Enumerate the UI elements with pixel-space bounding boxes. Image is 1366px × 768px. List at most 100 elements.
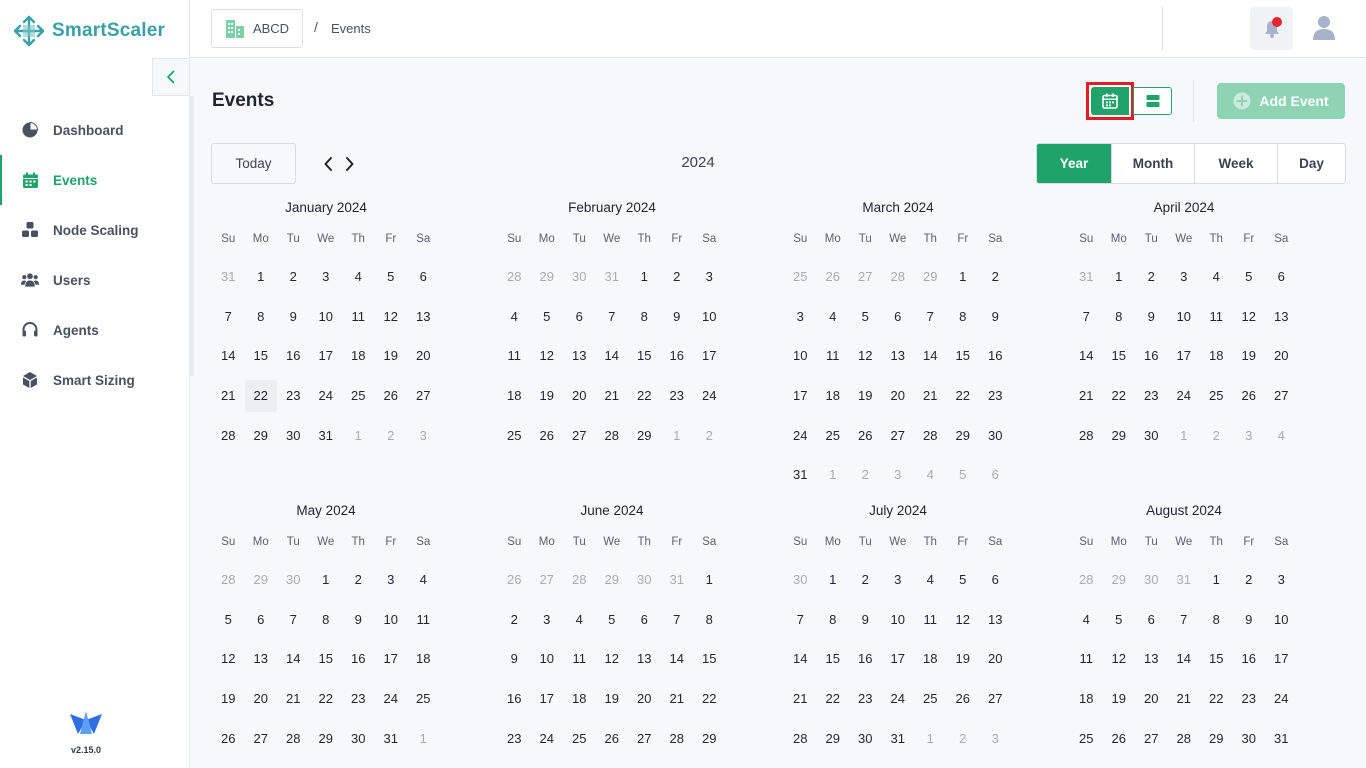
day-cell[interactable]: 27 <box>245 722 278 754</box>
day-cell[interactable]: 15 <box>1103 340 1136 372</box>
day-cell[interactable]: 26 <box>849 419 882 451</box>
day-cell[interactable]: 9 <box>979 300 1012 332</box>
day-cell[interactable]: 9 <box>277 300 310 332</box>
day-cell[interactable]: 15 <box>693 643 726 675</box>
day-cell[interactable]: 27 <box>407 380 440 412</box>
day-cell[interactable]: 5 <box>849 300 882 332</box>
day-cell[interactable]: 17 <box>1265 643 1298 675</box>
day-cell-outside-month[interactable]: 31 <box>212 261 245 293</box>
day-cell[interactable]: 6 <box>979 564 1012 596</box>
day-cell[interactable]: 1 <box>693 564 726 596</box>
day-cell[interactable]: 29 <box>245 419 278 451</box>
day-cell[interactable]: 10 <box>693 300 726 332</box>
day-cell-outside-month[interactable]: 28 <box>882 261 915 293</box>
day-cell[interactable]: 19 <box>1233 340 1266 372</box>
day-cell[interactable]: 28 <box>277 722 310 754</box>
day-cell[interactable]: 14 <box>277 643 310 675</box>
day-cell[interactable]: 12 <box>947 603 980 635</box>
add-event-button[interactable]: Add Event <box>1217 83 1345 119</box>
day-cell-outside-month[interactable]: 31 <box>661 564 694 596</box>
view-week-button[interactable]: Week <box>1194 144 1277 183</box>
day-cell[interactable]: 26 <box>212 722 245 754</box>
day-cell[interactable]: 18 <box>407 643 440 675</box>
day-cell[interactable]: 3 <box>310 261 343 293</box>
day-cell[interactable]: 30 <box>1233 722 1266 754</box>
day-cell[interactable]: 11 <box>817 340 850 372</box>
day-cell[interactable]: 25 <box>1070 722 1103 754</box>
day-cell[interactable]: 11 <box>1200 300 1233 332</box>
day-cell[interactable]: 23 <box>1135 380 1168 412</box>
day-cell[interactable]: 7 <box>914 300 947 332</box>
day-cell[interactable]: 13 <box>563 340 596 372</box>
day-cell[interactable]: 29 <box>1103 419 1136 451</box>
day-cell[interactable]: 7 <box>661 603 694 635</box>
month-title[interactable]: July 2024 <box>784 503 1012 521</box>
day-cell[interactable]: 29 <box>693 722 726 754</box>
day-cell[interactable]: 14 <box>1070 340 1103 372</box>
day-cell[interactable]: 8 <box>693 603 726 635</box>
day-cell-outside-month[interactable]: 25 <box>784 261 817 293</box>
day-cell[interactable]: 25 <box>817 419 850 451</box>
day-cell-outside-month[interactable]: 5 <box>947 459 980 491</box>
day-cell[interactable]: 1 <box>817 564 850 596</box>
day-cell[interactable]: 18 <box>817 380 850 412</box>
day-cell[interactable]: 5 <box>596 603 629 635</box>
day-cell[interactable]: 27 <box>882 419 915 451</box>
day-cell[interactable]: 31 <box>310 419 343 451</box>
day-cell[interactable]: 16 <box>277 340 310 372</box>
day-cell-outside-month[interactable]: 3 <box>1233 419 1266 451</box>
day-cell[interactable]: 15 <box>1200 643 1233 675</box>
day-cell[interactable]: 27 <box>628 722 661 754</box>
day-cell[interactable]: 23 <box>342 683 375 715</box>
day-cell-outside-month[interactable]: 2 <box>375 419 408 451</box>
day-cell[interactable]: 26 <box>375 380 408 412</box>
day-cell-outside-month[interactable]: 29 <box>1103 564 1136 596</box>
month-title[interactable]: March 2024 <box>784 200 1012 218</box>
day-cell[interactable]: 11 <box>407 603 440 635</box>
day-cell[interactable]: 14 <box>784 643 817 675</box>
day-cell-outside-month[interactable]: 27 <box>849 261 882 293</box>
day-cell-outside-month[interactable]: 26 <box>498 564 531 596</box>
day-cell[interactable]: 24 <box>1168 380 1201 412</box>
day-cell[interactable]: 19 <box>849 380 882 412</box>
day-cell-outside-month[interactable]: 4 <box>1265 419 1298 451</box>
day-cell[interactable]: 20 <box>628 683 661 715</box>
day-cell[interactable]: 6 <box>407 261 440 293</box>
day-cell[interactable]: 5 <box>1233 261 1266 293</box>
day-cell[interactable]: 22 <box>817 683 850 715</box>
day-cell-outside-month[interactable]: 28 <box>498 261 531 293</box>
day-cell-outside-month[interactable]: 29 <box>531 261 564 293</box>
day-cell[interactable]: 27 <box>979 683 1012 715</box>
day-cell[interactable]: 18 <box>914 643 947 675</box>
day-cell[interactable]: 24 <box>882 683 915 715</box>
day-cell[interactable]: 18 <box>563 683 596 715</box>
day-cell-outside-month[interactable]: 3 <box>882 459 915 491</box>
day-cell[interactable]: 9 <box>661 300 694 332</box>
day-cell-outside-month[interactable]: 2 <box>1200 419 1233 451</box>
day-cell[interactable]: 27 <box>563 419 596 451</box>
day-cell[interactable]: 22 <box>310 683 343 715</box>
day-cell[interactable]: 14 <box>596 340 629 372</box>
day-cell[interactable]: 20 <box>882 380 915 412</box>
day-cell[interactable]: 17 <box>693 340 726 372</box>
day-cell[interactable]: 31 <box>882 722 915 754</box>
day-cell[interactable]: 6 <box>882 300 915 332</box>
day-cell[interactable]: 21 <box>1168 683 1201 715</box>
day-cell[interactable]: 16 <box>498 683 531 715</box>
day-cell[interactable]: 11 <box>1070 643 1103 675</box>
day-cell[interactable]: 19 <box>531 380 564 412</box>
day-cell[interactable]: 28 <box>1168 722 1201 754</box>
day-cell[interactable]: 9 <box>1135 300 1168 332</box>
day-cell[interactable]: 31 <box>784 459 817 491</box>
day-cell[interactable]: 21 <box>914 380 947 412</box>
day-cell[interactable]: 17 <box>310 340 343 372</box>
day-cell-outside-month[interactable]: 31 <box>596 261 629 293</box>
day-cell[interactable]: 24 <box>784 419 817 451</box>
previous-year-button[interactable] <box>320 153 336 175</box>
day-cell[interactable]: 4 <box>817 300 850 332</box>
day-cell-outside-month[interactable]: 28 <box>1070 564 1103 596</box>
day-cell[interactable]: 16 <box>1233 643 1266 675</box>
day-cell[interactable]: 2 <box>1135 261 1168 293</box>
day-cell[interactable]: 25 <box>1200 380 1233 412</box>
day-cell[interactable]: 17 <box>882 643 915 675</box>
